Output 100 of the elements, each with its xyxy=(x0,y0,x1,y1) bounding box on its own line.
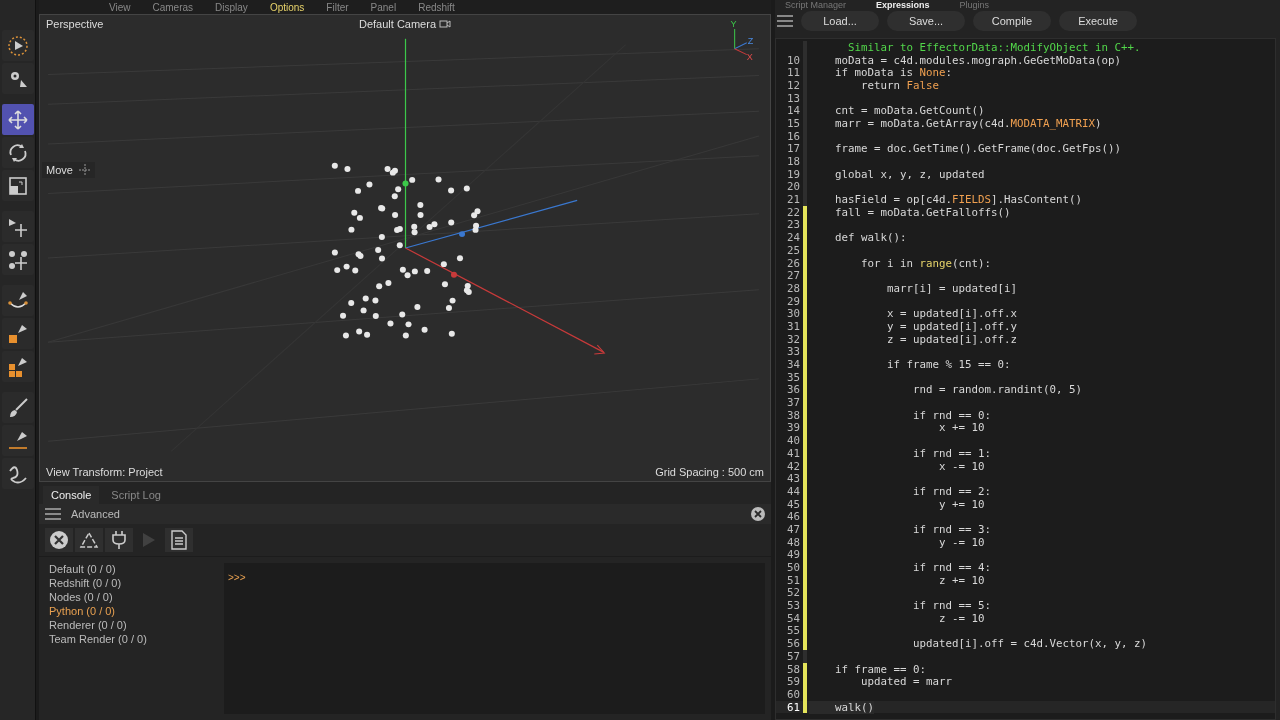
panel-tab[interactable]: Expressions xyxy=(876,0,930,10)
console-category[interactable]: Redshift (0 / 0) xyxy=(49,577,224,589)
script-button[interactable]: Save... xyxy=(887,11,965,31)
menu-item[interactable]: Options xyxy=(269,1,305,13)
line-number: 11 xyxy=(786,66,800,80)
console-action-button[interactable] xyxy=(165,528,193,552)
line-number: 33 xyxy=(786,345,800,359)
code-line: updated = marr xyxy=(860,675,952,689)
menu-item[interactable]: Display xyxy=(215,1,248,13)
panel-tab[interactable]: Plugins xyxy=(959,0,990,10)
code-line: fall = moData.GetFalloffs() xyxy=(834,205,1011,219)
tool-button[interactable] xyxy=(1,425,34,456)
console-category[interactable]: Python (0 / 0) xyxy=(49,605,224,617)
console-output[interactable]: >>> xyxy=(224,563,765,714)
code-line: cnt = moData.GetCount() xyxy=(834,104,985,118)
line-number: 36 xyxy=(786,383,800,397)
clear-icon xyxy=(49,530,69,550)
line-number: 42 xyxy=(786,459,800,473)
console-tab[interactable]: Console xyxy=(43,486,100,504)
line-number: 55 xyxy=(786,624,800,638)
line-number: 14 xyxy=(786,104,800,118)
menu-icon[interactable] xyxy=(45,508,61,520)
line-number: 12 xyxy=(786,78,800,92)
code-editor[interactable] xyxy=(775,38,1276,720)
console-category[interactable]: Team Render (0 / 0) xyxy=(49,633,224,645)
code-line: if frame == 0: xyxy=(834,662,926,676)
tool-name: Move xyxy=(46,164,73,176)
code-line: if rnd == 4: xyxy=(912,561,991,575)
code-line: hasField = op[c4d.FIELDS].HasContent() xyxy=(834,193,1083,207)
line-number: 20 xyxy=(786,180,800,194)
menu-icon[interactable] xyxy=(777,15,793,27)
line-number: 54 xyxy=(786,611,800,625)
tool-button[interactable] xyxy=(1,211,34,242)
line-number: 48 xyxy=(786,535,800,549)
camera-name[interactable]: Default Camera xyxy=(358,18,436,30)
view-transform-label: View Transform: Project xyxy=(46,466,163,478)
console-category[interactable]: Nodes (0 / 0) xyxy=(49,591,224,603)
play-icon xyxy=(142,532,156,548)
line-number: 13 xyxy=(786,91,800,105)
line-number: 47 xyxy=(786,522,800,536)
line-number: 43 xyxy=(786,472,800,486)
line-number: 44 xyxy=(786,484,800,498)
move-gizmo-drawing[interactable] xyxy=(402,38,605,355)
tool-button[interactable] xyxy=(1,392,34,423)
menu-item[interactable]: Redshift xyxy=(418,1,455,13)
tool-button[interactable] xyxy=(1,170,34,201)
code-line: if moData is None: xyxy=(834,66,953,80)
tool-button[interactable] xyxy=(1,63,34,94)
select-icon xyxy=(6,34,29,57)
code-line: for i in range(cnt): xyxy=(860,256,992,270)
tool-button[interactable] xyxy=(1,30,34,61)
panel-tab[interactable]: Script Manager xyxy=(785,0,847,10)
menu-item[interactable]: View xyxy=(109,1,131,13)
code-line: marr[i] = updated[i] xyxy=(886,281,1017,295)
console-action-button[interactable] xyxy=(45,528,73,552)
code-line: Similar to EffectorData::ModifyObject in C++. xyxy=(847,40,1141,54)
line-number: 16 xyxy=(786,129,800,143)
line-number: 53 xyxy=(786,599,800,613)
code-line: if rnd == 5: xyxy=(912,599,991,613)
tool-button[interactable] xyxy=(1,351,34,382)
console-action-button[interactable] xyxy=(105,528,133,552)
panel-title: Advanced xyxy=(71,508,120,520)
code-line: x -= 10 xyxy=(938,459,985,473)
tool-button[interactable] xyxy=(1,458,34,489)
console-action-button[interactable] xyxy=(75,528,103,552)
line-number: 40 xyxy=(786,434,800,448)
line-number: 39 xyxy=(786,421,800,435)
menu-item[interactable]: Cameras xyxy=(152,1,194,13)
code-line: y = updated[i].off.y xyxy=(886,319,1017,333)
move-spheres-icon xyxy=(6,248,29,271)
line-number: 56 xyxy=(786,637,800,651)
code-line: if frame % 15 == 0: xyxy=(886,358,1011,372)
code-line: y += 10 xyxy=(938,497,985,511)
tool-button[interactable] xyxy=(1,244,34,275)
code-line: moData = c4d.modules.mograph.GeGetMoData(op) xyxy=(834,53,1121,67)
menu-item[interactable]: Filter xyxy=(326,1,349,13)
line-number: 24 xyxy=(786,231,800,245)
tool-button[interactable] xyxy=(1,104,34,135)
line-number: 35 xyxy=(786,370,800,384)
move-icon xyxy=(6,108,29,131)
code-line: return False xyxy=(860,78,940,92)
script-button[interactable]: Compile xyxy=(973,11,1051,31)
script-button[interactable]: Load... xyxy=(801,11,879,31)
line-number: 31 xyxy=(786,319,800,333)
line-number: 23 xyxy=(786,218,800,232)
tool-button[interactable] xyxy=(1,285,34,316)
script-button[interactable]: Execute xyxy=(1059,11,1137,31)
close-icon[interactable] xyxy=(751,507,765,521)
console-category[interactable]: Renderer (0 / 0) xyxy=(49,619,224,631)
line-number: 29 xyxy=(786,294,800,308)
code-line: if rnd == 3: xyxy=(912,522,991,536)
move-icon xyxy=(78,164,91,176)
tool-button[interactable] xyxy=(1,137,34,168)
line-number: 45 xyxy=(786,497,800,511)
console-category[interactable]: Default (0 / 0) xyxy=(49,563,224,575)
viewport-name[interactable]: Perspective xyxy=(46,18,359,30)
menu-item[interactable]: Panel xyxy=(370,1,397,13)
line-number: 25 xyxy=(786,243,800,257)
tool-button[interactable] xyxy=(1,318,34,349)
console-tab[interactable]: Script Log xyxy=(103,486,169,504)
